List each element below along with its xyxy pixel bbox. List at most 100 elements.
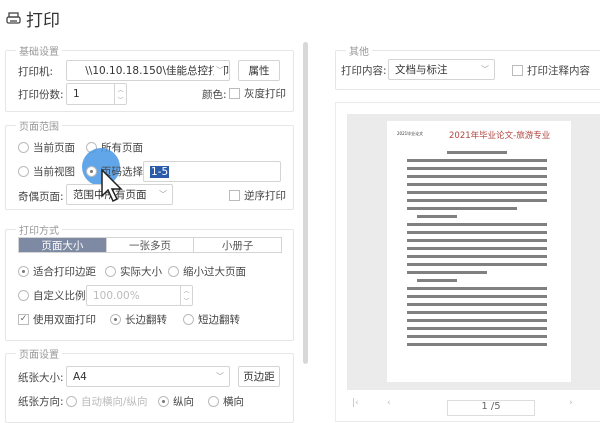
doc-text-line	[407, 231, 547, 234]
page-setup-legend: 页面设置	[16, 346, 62, 361]
reverse-print-checkbox[interactable]: 逆序打印	[229, 188, 286, 203]
tab-multi-page[interactable]: 一张多页	[106, 238, 194, 252]
doc-title: 2021年毕业论文-旅游专业	[449, 129, 550, 141]
long-edge-label: 长边翻转	[125, 312, 167, 327]
prev-page-icon[interactable]: ‹	[387, 398, 391, 408]
auto-orientation-label: 自动横向/纵向	[81, 394, 148, 409]
doc-text-line	[407, 263, 547, 266]
page-range-value: 1-5	[150, 166, 169, 178]
paper-size-select[interactable]: A4 ﹀	[66, 366, 230, 387]
page-indicator: 1 /5	[481, 401, 500, 412]
page-title: 打印	[6, 6, 60, 31]
printer-value: \\10.10.18.150\佳能总控打印	[85, 63, 229, 78]
page-range-legend: 页面范围	[16, 118, 62, 133]
print-comments-checkbox[interactable]: 打印注释内容	[512, 63, 590, 78]
doc-text-line	[407, 223, 547, 226]
first-page-icon[interactable]: |‹	[352, 398, 359, 408]
pager: |‹ ‹ 1 /5 ›	[347, 398, 600, 412]
mouse-cursor-icon	[100, 168, 126, 204]
duplex-checkbox[interactable]: ✓ 使用双面打印	[18, 312, 96, 327]
chevron-down-icon: ﹀	[159, 188, 167, 199]
decrement-icon[interactable]: ﹀	[183, 296, 189, 305]
increment-icon[interactable]: ︿	[117, 85, 123, 94]
doc-text-line	[407, 191, 547, 194]
grayscale-checkbox[interactable]: 灰度打印	[229, 86, 286, 101]
color-label: 颜色:	[202, 87, 227, 102]
reverse-print-label: 逆序打印	[244, 188, 286, 203]
margins-button[interactable]: 页边距	[238, 366, 280, 387]
paper-size-label: 纸张大小:	[18, 370, 64, 385]
portrait-label: 纵向	[173, 394, 194, 409]
doc-text-line	[447, 151, 507, 154]
copies-label: 打印份数:	[18, 87, 64, 102]
print-mode-tabs: 页面大小 一张多页 小册子	[18, 237, 282, 253]
doc-text-line	[407, 335, 547, 338]
radio-shrink-large[interactable]: 缩小过大页面	[168, 264, 246, 279]
doc-text-line	[407, 311, 547, 314]
doc-text-line	[417, 279, 457, 282]
doc-text-line	[407, 287, 547, 290]
print-content-value: 文档与标注	[395, 62, 448, 77]
radio-portrait[interactable]: 纵向	[158, 394, 194, 409]
checkmark-icon: ✓	[18, 314, 29, 325]
custom-scale-label: 自定义比例	[33, 288, 86, 303]
custom-scale-value: 100.00%	[93, 290, 140, 302]
fit-margins-label: 适合打印边距	[33, 264, 96, 279]
radio-fit-margins[interactable]: 适合打印边距	[18, 264, 96, 279]
custom-scale-stepper[interactable]: 100.00% ︿﹀	[86, 285, 193, 306]
checkbox-icon	[512, 65, 523, 76]
doc-text-line	[407, 207, 517, 210]
current-page-label: 当前页面	[33, 140, 75, 155]
doc-text-line	[407, 175, 547, 178]
checkbox-icon	[229, 88, 240, 99]
print-content-label: 打印内容:	[341, 63, 387, 78]
print-mode-legend: 打印方式	[16, 222, 62, 237]
radio-current-view[interactable]: 当前视图	[18, 164, 75, 179]
doc-header: 2021毕业论文	[397, 131, 423, 137]
doc-text-line	[417, 215, 457, 218]
doc-text-line	[407, 327, 547, 330]
radio-short-edge[interactable]: 短边翻转	[183, 312, 240, 327]
printer-select[interactable]: \\10.10.18.150\佳能总控打印 ﹀	[66, 60, 230, 81]
doc-text-line	[407, 167, 547, 170]
chevron-down-icon: ﹀	[216, 370, 224, 381]
page-range-input[interactable]: 1-5	[143, 161, 281, 182]
printer-label: 打印机:	[18, 64, 53, 79]
increment-icon[interactable]: ︿	[183, 286, 189, 295]
duplex-label: 使用双面打印	[33, 312, 96, 327]
left-panel-scrollbar[interactable]	[303, 42, 308, 364]
doc-text-line	[407, 183, 547, 186]
chevron-down-icon: ﹀	[481, 63, 489, 74]
copies-stepper[interactable]: 1 ︿﹀	[66, 83, 127, 105]
radio-landscape[interactable]: 横向	[208, 394, 244, 409]
doc-text-line	[407, 295, 547, 298]
actual-size-label: 实际大小	[120, 264, 162, 279]
radio-current-page[interactable]: 当前页面	[18, 140, 75, 155]
radio-custom-scale[interactable]: 自定义比例	[18, 288, 86, 303]
shrink-large-label: 缩小过大页面	[183, 264, 246, 279]
radio-actual-size[interactable]: 实际大小	[105, 264, 162, 279]
doc-text-line	[407, 271, 487, 274]
doc-text-line	[407, 343, 547, 346]
tab-page-size[interactable]: 页面大小	[19, 238, 106, 252]
page-setup-group: 页面设置	[5, 353, 294, 423]
properties-button[interactable]: 属性	[238, 60, 280, 81]
chevron-down-icon: ﹀	[214, 64, 224, 75]
paper-size-value: A4	[73, 371, 87, 383]
radio-long-edge[interactable]: 长边翻转	[110, 312, 167, 327]
next-page-icon[interactable]: ›	[569, 398, 573, 408]
page-indicator-input[interactable]: 1 /5	[447, 400, 535, 416]
print-comments-label: 打印注释内容	[527, 63, 590, 78]
doc-text-line	[407, 255, 547, 258]
other-legend: 其他	[346, 43, 372, 58]
doc-text-line	[407, 159, 547, 162]
radio-auto-orientation[interactable]: 自动横向/纵向	[66, 394, 148, 409]
doc-text-line	[407, 239, 547, 242]
page-title-text: 打印	[26, 6, 60, 31]
landscape-label: 横向	[223, 394, 244, 409]
decrement-icon[interactable]: ﹀	[117, 95, 123, 104]
doc-text-line	[407, 303, 547, 306]
print-content-select[interactable]: 文档与标注 ﹀	[388, 59, 495, 80]
tab-booklet[interactable]: 小册子	[193, 238, 281, 252]
grayscale-label: 灰度打印	[244, 86, 286, 101]
